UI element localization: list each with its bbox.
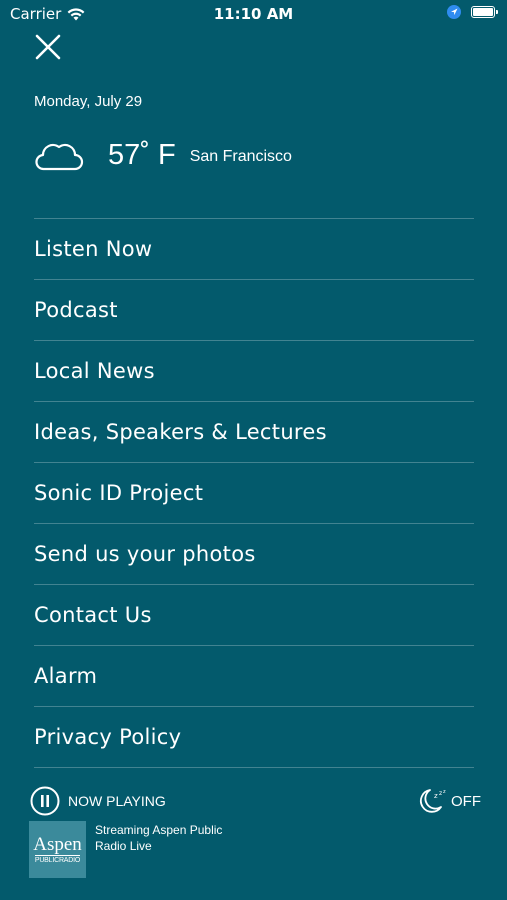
- now-playing-bar: NOW PLAYING: [30, 786, 166, 816]
- menu-item-listen-now[interactable]: Listen Now: [34, 219, 474, 280]
- menu-item-label: Sonic ID Project: [34, 481, 204, 505]
- temperature: 57˚ F: [108, 138, 176, 171]
- logo-text: Aspen: [33, 833, 82, 855]
- logo-subtext: PUBLICRADIO: [34, 854, 81, 864]
- weather-widget: 57˚ F San Francisco: [34, 135, 292, 175]
- city-name: San Francisco: [189, 148, 292, 165]
- station-info: Aspen PUBLICRADIO Streaming Aspen Public…: [29, 821, 245, 878]
- stream-description: Streaming Aspen Public Radio Live: [95, 823, 223, 853]
- cloud-icon: [35, 143, 84, 171]
- battery-icon: [471, 6, 498, 18]
- menu-item-label: Ideas, Speakers & Lectures: [34, 420, 327, 444]
- svg-text:z: z: [434, 792, 438, 800]
- menu-item-label: Contact Us: [34, 603, 152, 627]
- menu-item-sonic-id-project[interactable]: Sonic ID Project: [34, 463, 474, 524]
- close-button[interactable]: [32, 31, 64, 63]
- menu-item-label: Alarm: [34, 664, 98, 688]
- menu-item-send-photos[interactable]: Send us your photos: [34, 524, 474, 585]
- status-time: 11:10 AM: [213, 5, 294, 23]
- location-icon: [447, 5, 461, 19]
- close-icon: [35, 34, 61, 60]
- navigation-menu: Listen Now Podcast Local News Ideas, Spe…: [34, 218, 474, 768]
- menu-item-label: Podcast: [34, 298, 118, 322]
- station-logo: Aspen PUBLICRADIO: [29, 821, 86, 878]
- pause-icon[interactable]: [30, 786, 60, 816]
- svg-text:z: z: [439, 790, 442, 797]
- menu-item-contact-us[interactable]: Contact Us: [34, 585, 474, 646]
- status-indicators: [447, 5, 498, 19]
- now-playing-label: NOW PLAYING: [68, 793, 166, 809]
- status-bar: Carrier 11:10 AM: [0, 0, 507, 28]
- menu-item-alarm[interactable]: Alarm: [34, 646, 474, 707]
- menu-item-label: Send us your photos: [34, 542, 256, 566]
- sleep-timer-label: OFF: [451, 792, 481, 810]
- menu-item-privacy-policy[interactable]: Privacy Policy: [34, 707, 474, 768]
- menu-item-local-news[interactable]: Local News: [34, 341, 474, 402]
- menu-item-label: Local News: [34, 359, 155, 383]
- current-date: Monday, July 29: [34, 93, 143, 110]
- sleep-timer-button[interactable]: z z z OFF: [419, 788, 481, 814]
- menu-item-label: Listen Now: [34, 237, 153, 261]
- sleep-timer-icon: z z z: [420, 789, 446, 813]
- menu-item-podcast[interactable]: Podcast: [34, 280, 474, 341]
- menu-item-label: Privacy Policy: [34, 725, 182, 749]
- menu-item-ideas-speakers-lectures[interactable]: Ideas, Speakers & Lectures: [34, 402, 474, 463]
- svg-text:z: z: [443, 789, 446, 795]
